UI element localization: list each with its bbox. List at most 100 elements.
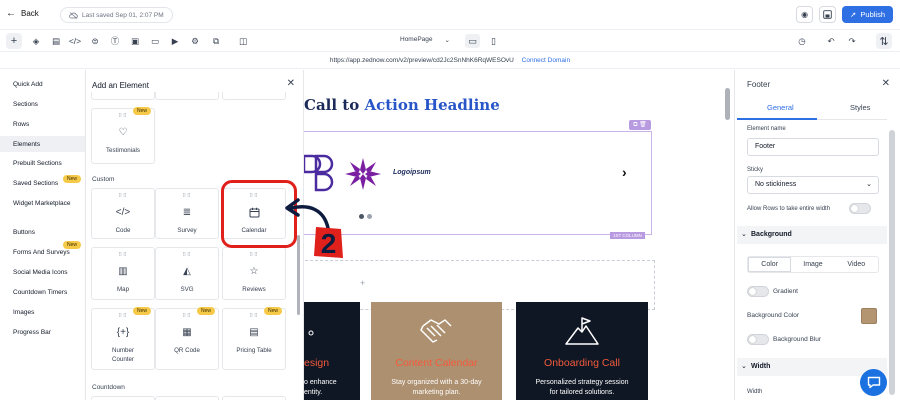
service-card[interactable]: esign o enhance entity.	[304, 302, 360, 400]
gradient-toggle[interactable]	[747, 286, 769, 297]
form-icon[interactable]: ▭	[148, 34, 162, 48]
redo-icon[interactable]: ↷	[845, 34, 859, 48]
background-color-label: Background Color	[747, 312, 800, 319]
element-tile-testimonials[interactable]: New ⠿⠿ ♡ Testimonials	[91, 107, 155, 164]
tile-label: Pricing Table	[236, 347, 272, 354]
tab-image[interactable]: Image	[791, 257, 834, 272]
properties-title: Footer	[747, 80, 771, 89]
tab-general[interactable]: General	[767, 103, 794, 112]
drag-grip-icon: ⠿⠿	[118, 113, 128, 119]
sidebar-item-forms-and-surveys[interactable]: Forms And Surveys New	[13, 241, 82, 256]
media-icon[interactable]: ▶	[168, 34, 182, 48]
element-name-label: Element name	[747, 126, 786, 132]
canvas-scrollbar[interactable]	[723, 78, 732, 400]
element-tile-reviews[interactable]: ⠿⠿ ☆ Reviews	[222, 247, 286, 300]
preview-button[interactable]: ◉	[796, 6, 814, 23]
panel-scrollbar[interactable]	[297, 235, 300, 315]
support-chat-button[interactable]	[860, 369, 887, 396]
connect-domain-link[interactable]: Connect Domain	[522, 57, 570, 64]
element-tile-partial[interactable]	[155, 92, 219, 100]
publish-button[interactable]: ➚ Publish	[842, 6, 893, 23]
tile-label: Code	[115, 227, 131, 234]
cloud-off-icon	[69, 11, 78, 19]
history-icon[interactable]: ◷	[795, 34, 809, 48]
sticky-select[interactable]: No stickiness ⌄	[747, 176, 879, 194]
sidebar-item-prebuilt-sections[interactable]: Prebuilt Sections	[13, 160, 62, 167]
add-icon[interactable]: +	[6, 33, 22, 49]
tile-label: Testimonials	[105, 147, 141, 154]
element-tile-partial[interactable]	[222, 92, 286, 100]
desktop-icon[interactable]: ▭	[465, 34, 480, 48]
tab-video[interactable]: Video	[835, 257, 878, 272]
element-tile-qr-code[interactable]: New ⠿⠿ ▦ QR Code	[155, 307, 219, 370]
group-label-countdown: Countdown	[92, 384, 125, 391]
sidebar-item-buttons[interactable]: Buttons	[13, 229, 35, 236]
back-button[interactable]: ← Back	[6, 8, 39, 19]
save-button[interactable]	[819, 6, 837, 23]
element-tile-survey[interactable]: ⠿⠿ ≣ Survey	[155, 188, 219, 239]
service-card[interactable]: Content Calendar Stay organized with a 3…	[371, 302, 502, 400]
element-tile-partial[interactable]	[222, 396, 286, 400]
code-icon[interactable]: </>	[68, 34, 82, 48]
element-tile-partial[interactable]	[91, 396, 155, 400]
canvas-headline[interactable]: Call to Action Headline	[304, 96, 500, 114]
sidebar-item-saved-sections[interactable]: Saved Sections New	[13, 175, 82, 187]
element-tile-pricing-table[interactable]: New ⠿⠿ ▤ Pricing Table	[222, 307, 286, 370]
sidebar-item-label: Buttons	[13, 229, 36, 236]
element-tile-code[interactable]: ⠿⠿ </> Code	[91, 188, 155, 239]
text-icon[interactable]: Ⓣ	[108, 34, 122, 48]
card-desc-line: o enhance	[304, 379, 337, 386]
allow-rows-toggle[interactable]	[849, 203, 871, 214]
background-blur-toggle[interactable]	[747, 334, 769, 345]
canvas-scroll-thumb[interactable]	[725, 88, 730, 120]
tab-color[interactable]: Color	[748, 257, 792, 272]
url-address[interactable]: https://app.zednow.com/v2/preview/cd2Jc2…	[330, 57, 514, 64]
layout-icon[interactable]: ◫	[236, 34, 250, 48]
page-selector[interactable]: HomePage ⌄	[400, 36, 450, 44]
sidebar-item-label: Widget Marketplace	[13, 200, 71, 207]
element-tile-partial[interactable]	[155, 396, 219, 400]
element-tile-partial[interactable]	[91, 92, 155, 100]
element-tile-svg[interactable]: ⠿⠿ ◭ SVG	[155, 247, 219, 300]
carousel-next-icon[interactable]: ›	[622, 164, 627, 180]
column-tools[interactable]: ⧉ 🗑	[629, 120, 651, 130]
publish-label: Publish	[860, 10, 885, 19]
mobile-icon[interactable]: ▯	[486, 34, 501, 48]
sidebar-item-rows[interactable]: Rows	[13, 121, 29, 128]
sidebar-item-label: Images	[13, 309, 35, 316]
sidebar-item-sections[interactable]: Sections	[13, 101, 38, 108]
properties-scrollbar[interactable]	[889, 130, 895, 395]
sidebar-item-quick-add[interactable]: Quick Add	[13, 81, 43, 88]
close-icon[interactable]: ✕	[287, 78, 295, 89]
drag-grip-icon: ⠿⠿	[249, 313, 259, 319]
sidebar-item-progress-bar[interactable]: Progress Bar	[13, 329, 51, 336]
tile-label: Number	[111, 347, 134, 354]
layers-icon[interactable]: ◈	[29, 34, 43, 48]
settings-icon[interactable]: ⚙	[188, 34, 202, 48]
undo-icon[interactable]: ↶	[824, 34, 838, 48]
carousel-dot[interactable]	[359, 214, 364, 219]
pages-icon[interactable]: ▤	[49, 34, 63, 48]
background-section-header[interactable]: ⌄ Background	[737, 226, 887, 244]
close-icon[interactable]: ✕	[882, 78, 890, 89]
settings-sliders-icon[interactable]: ⇅	[876, 33, 892, 49]
sidebar-item-social-media-icons[interactable]: Social Media Icons	[13, 269, 68, 276]
element-tile-number-counter[interactable]: New ⠿⠿ {+} Number Counter	[91, 307, 155, 370]
element-name-field[interactable]: Footer	[747, 138, 879, 156]
allow-rows-label: Allow Rows to take entire width	[747, 206, 831, 212]
service-card[interactable]: Onboarding Call Personalized strategy se…	[516, 302, 648, 400]
sidebar-item-countdown-timers[interactable]: Countdown Timers	[13, 289, 67, 296]
carousel-dot[interactable]	[367, 214, 372, 219]
element-tile-map[interactable]: ⠿⠿ ▥ Map	[91, 247, 155, 300]
tab-styles[interactable]: Styles	[850, 103, 870, 112]
add-row-icon[interactable]: +	[360, 278, 365, 288]
annotation-number-text: 2	[321, 228, 337, 259]
sidebar-item-images[interactable]: Images	[13, 309, 34, 316]
background-color-swatch[interactable]	[861, 308, 877, 324]
sidebar-item-elements[interactable]: Elements	[0, 136, 85, 152]
code-block-icon[interactable]: ⧉	[209, 34, 223, 48]
tag-icon[interactable]: ⊜	[88, 34, 102, 48]
sidebar-item-widget-marketplace[interactable]: Widget Marketplace	[13, 200, 70, 207]
image-icon[interactable]: ▣	[128, 34, 142, 48]
sidebar-item-label: Elements	[13, 140, 41, 148]
